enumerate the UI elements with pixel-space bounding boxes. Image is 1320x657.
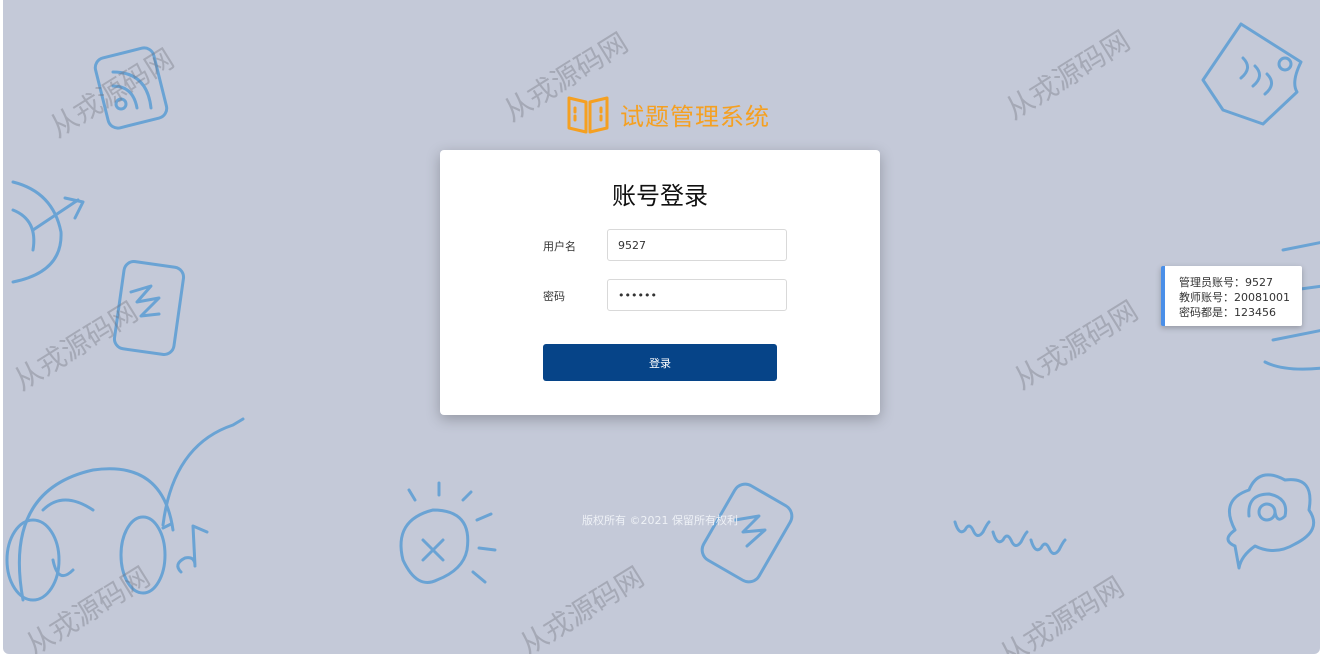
copyright-footer: 版权所有 ©2021 保留所有权利 [582,514,738,527]
username-label: 用户名 [543,240,576,253]
tip-teacher-account: 教师账号：20081001 [1179,291,1290,304]
account-tip-panel: 管理员账号：9527 教师账号：20081001 密码都是：123456 [1161,266,1302,326]
lightbulb-icon [399,481,497,584]
password-label: 密码 [543,290,565,303]
www-icon [953,520,1067,555]
phone-icon [112,260,186,356]
globe-icon [11,180,85,284]
tip-admin-account: 管理员账号：9527 [1179,276,1273,289]
username-input[interactable] [607,229,787,261]
phone-icon [700,482,794,584]
at-cloud-icon [1226,473,1316,570]
password-input[interactable] [607,279,787,311]
open-book-icon [567,96,609,134]
login-heading: 账号登录 [612,182,708,210]
headphones-icon [5,417,245,602]
document-icon [1201,22,1303,126]
tip-password: 密码都是：123456 [1179,306,1276,319]
login-button[interactable]: 登录 [543,344,777,381]
login-card: 账号登录 用户名 密码 登录 [440,150,880,415]
brand-header: 试题管理系统 [566,92,770,136]
music-note-icon [161,522,209,574]
app-title: 试题管理系统 [620,102,770,131]
rss-icon [93,46,169,130]
